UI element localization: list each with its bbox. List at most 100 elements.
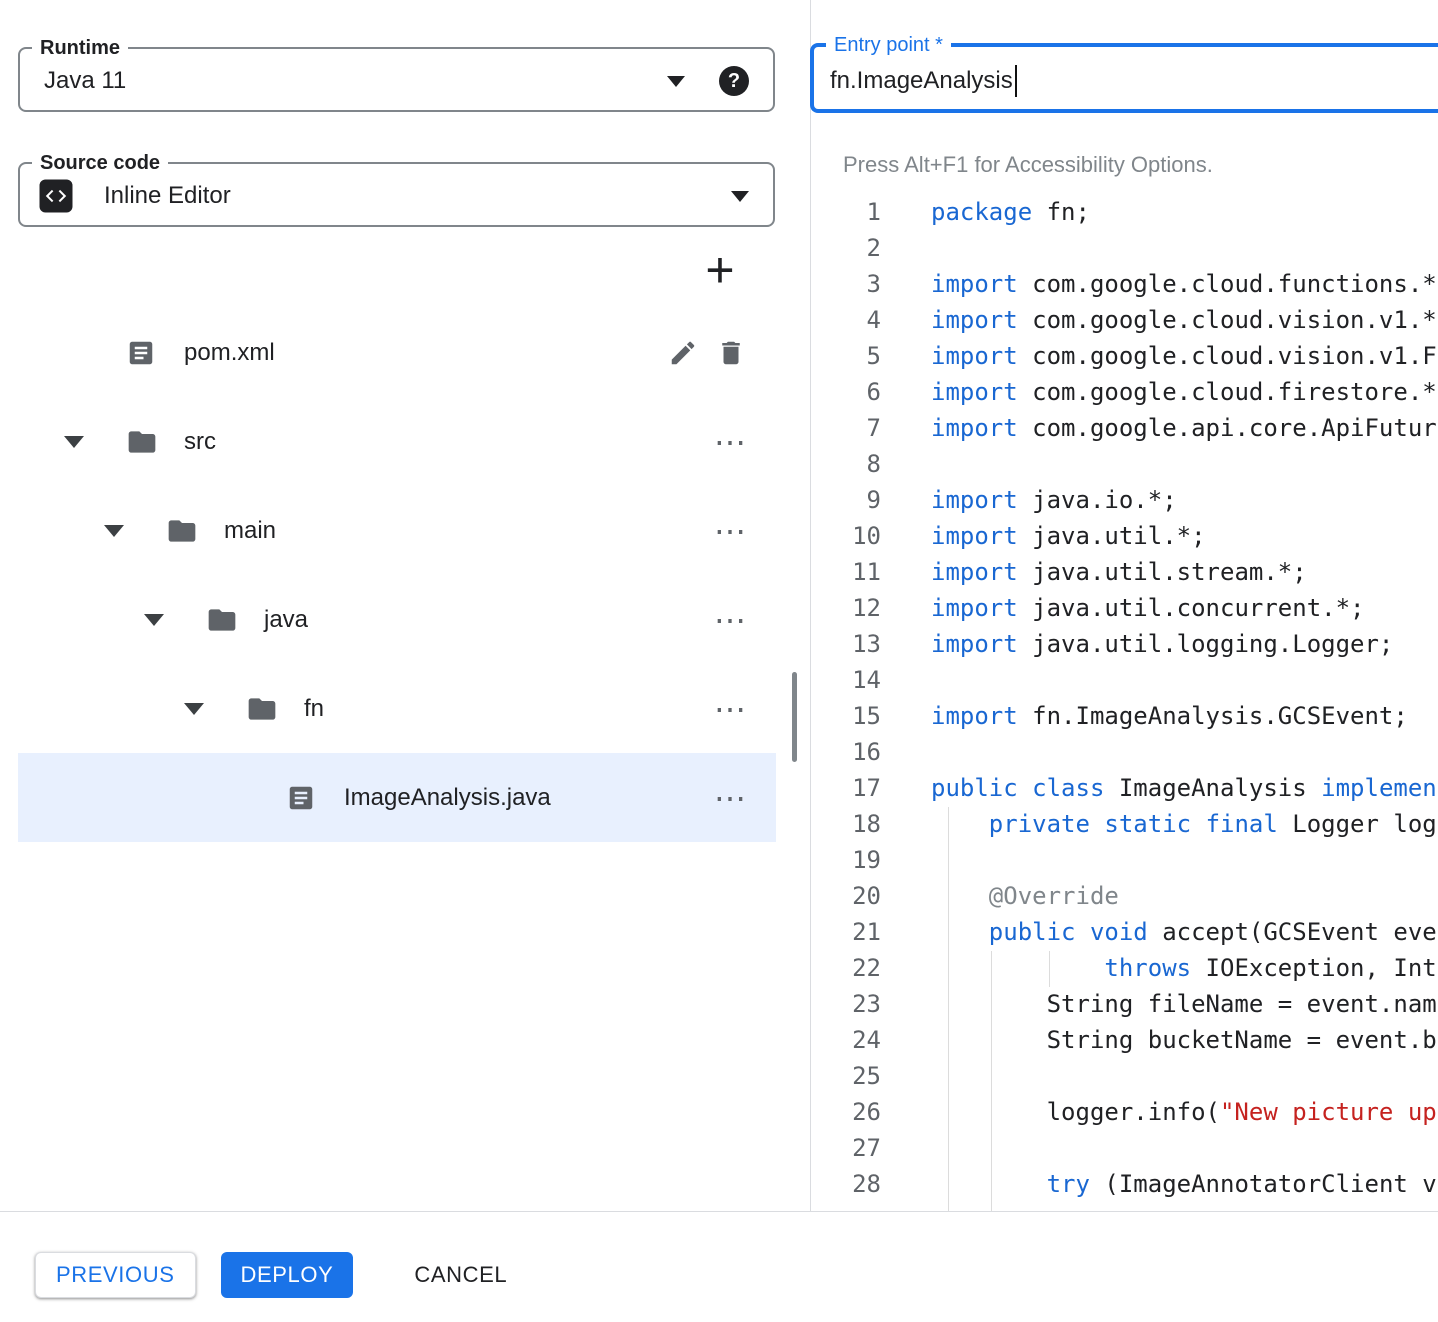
code-line: 26 logger.info("New picture up	[811, 1094, 1438, 1130]
expand-caret-icon[interactable]	[144, 614, 164, 626]
code-line: 20 @Override	[811, 878, 1438, 914]
code-line: 5import com.google.cloud.vision.v1.F	[811, 338, 1438, 374]
code-line: 21 public void accept(GCSEvent eve	[811, 914, 1438, 950]
line-number: 12	[811, 590, 881, 626]
scrollbar-thumb[interactable]	[792, 672, 797, 762]
code-line: 15import fn.ImageAnalysis.GCSEvent;	[811, 698, 1438, 734]
previous-button[interactable]: PREVIOUS	[35, 1252, 196, 1298]
cancel-button[interactable]: CANCEL	[394, 1252, 527, 1298]
line-number: 24	[811, 1022, 881, 1058]
footer-actions: PREVIOUS DEPLOY CANCEL	[35, 1252, 527, 1298]
line-number: 20	[811, 878, 881, 914]
line-number: 1	[811, 194, 881, 230]
line-number: 15	[811, 698, 881, 734]
tree-item-main[interactable]: main ⋯	[18, 486, 776, 575]
tree-item-label: main	[224, 517, 276, 545]
delete-icon[interactable]	[716, 338, 746, 368]
line-number: 3	[811, 266, 881, 302]
entry-point-value: fn.ImageAnalysis	[830, 67, 1013, 95]
code-line: 8	[811, 446, 1438, 482]
line-number: 7	[811, 410, 881, 446]
code-line: 4import com.google.cloud.vision.v1.*	[811, 302, 1438, 338]
code-line: 2	[811, 230, 1438, 266]
edit-icon[interactable]	[668, 338, 698, 368]
code-line: 7import com.google.api.core.ApiFutur	[811, 410, 1438, 446]
code-line: 1package fn;	[811, 194, 1438, 230]
help-icon[interactable]: ?	[719, 66, 749, 96]
source-code-value: Inline Editor	[104, 182, 231, 210]
code-line: 22 throws IOException, Int	[811, 950, 1438, 986]
more-options-icon[interactable]: ⋯	[714, 782, 746, 814]
code-line: 3import com.google.cloud.functions.*	[811, 266, 1438, 302]
tree-item-java[interactable]: java ⋯	[18, 575, 776, 664]
line-number: 25	[811, 1058, 881, 1094]
code-line: 23 String fileName = event.nam	[811, 986, 1438, 1022]
line-number: 22	[811, 950, 881, 986]
code-line: 13import java.util.logging.Logger;	[811, 626, 1438, 662]
runtime-value: Java 11	[44, 67, 126, 95]
line-number: 28	[811, 1166, 881, 1202]
code-line: 16	[811, 734, 1438, 770]
line-number: 16	[811, 734, 881, 770]
line-number: 10	[811, 518, 881, 554]
tree-item-label: fn	[304, 695, 324, 723]
tree-item-imageanalysis-java[interactable]: ImageAnalysis.java ⋯	[18, 753, 776, 842]
accessibility-hint: Press Alt+F1 for Accessibility Options.	[843, 152, 1213, 178]
code-line: 17public class ImageAnalysis implemen	[811, 770, 1438, 806]
code-line: 19	[811, 842, 1438, 878]
line-number: 13	[811, 626, 881, 662]
add-file-button[interactable]: +	[694, 244, 746, 296]
line-number: 17	[811, 770, 881, 806]
code-line: 10import java.util.*;	[811, 518, 1438, 554]
dropdown-arrow-icon	[731, 191, 749, 202]
tree-item-label: ImageAnalysis.java	[344, 784, 551, 812]
line-number: 26	[811, 1094, 881, 1130]
folder-icon	[166, 515, 198, 547]
line-number: 11	[811, 554, 881, 590]
code-line: 12import java.util.concurrent.*;	[811, 590, 1438, 626]
code-line: 11import java.util.stream.*;	[811, 554, 1438, 590]
folder-icon	[126, 426, 158, 458]
code-editor[interactable]: 1package fn;23import com.google.cloud.fu…	[811, 188, 1438, 1211]
source-code-label: Source code	[32, 151, 168, 175]
expand-caret-icon[interactable]	[104, 525, 124, 537]
code-line: 24 String bucketName = event.b	[811, 1022, 1438, 1058]
runtime-select[interactable]: Runtime Java 11 ?	[18, 36, 775, 112]
code-line: 25	[811, 1058, 1438, 1094]
code-icon	[38, 178, 74, 214]
runtime-label: Runtime	[32, 36, 128, 60]
file-icon	[286, 783, 318, 813]
line-number: 4	[811, 302, 881, 338]
line-number: 5	[811, 338, 881, 374]
line-number: 21	[811, 914, 881, 950]
code-line: 18 private static final Logger log	[811, 806, 1438, 842]
tree-item-label: pom.xml	[184, 339, 275, 367]
dropdown-arrow-icon	[667, 76, 685, 87]
tree-item-pom-xml[interactable]: pom.xml	[18, 308, 776, 397]
source-code-select[interactable]: Source code Inline Editor	[18, 151, 775, 227]
more-options-icon[interactable]: ⋯	[714, 515, 746, 547]
line-number: 9	[811, 482, 881, 518]
tree-item-label: java	[264, 606, 308, 634]
code-line: 6import com.google.cloud.firestore.*	[811, 374, 1438, 410]
entry-point-label: Entry point *	[826, 33, 951, 57]
file-icon	[126, 338, 158, 368]
tree-item-fn[interactable]: fn ⋯	[18, 664, 776, 753]
line-number: 6	[811, 374, 881, 410]
expand-caret-icon[interactable]	[184, 703, 204, 715]
line-number: 8	[811, 446, 881, 482]
tree-item-src[interactable]: src⋯	[18, 397, 776, 486]
deploy-button[interactable]: DEPLOY	[221, 1252, 354, 1298]
more-options-icon[interactable]: ⋯	[714, 426, 746, 458]
code-line: 14	[811, 662, 1438, 698]
more-options-icon[interactable]: ⋯	[714, 604, 746, 636]
code-lines: 1package fn;23import com.google.cloud.fu…	[811, 194, 1438, 1202]
code-line: 9import java.io.*;	[811, 482, 1438, 518]
more-options-icon[interactable]: ⋯	[714, 693, 746, 725]
code-line: 27	[811, 1130, 1438, 1166]
text-cursor	[1015, 65, 1017, 97]
line-number: 2	[811, 230, 881, 266]
entry-point-field[interactable]: Entry point * fn.ImageAnalysis	[810, 33, 1438, 113]
expand-caret-icon[interactable]	[64, 436, 84, 448]
line-number: 23	[811, 986, 881, 1022]
